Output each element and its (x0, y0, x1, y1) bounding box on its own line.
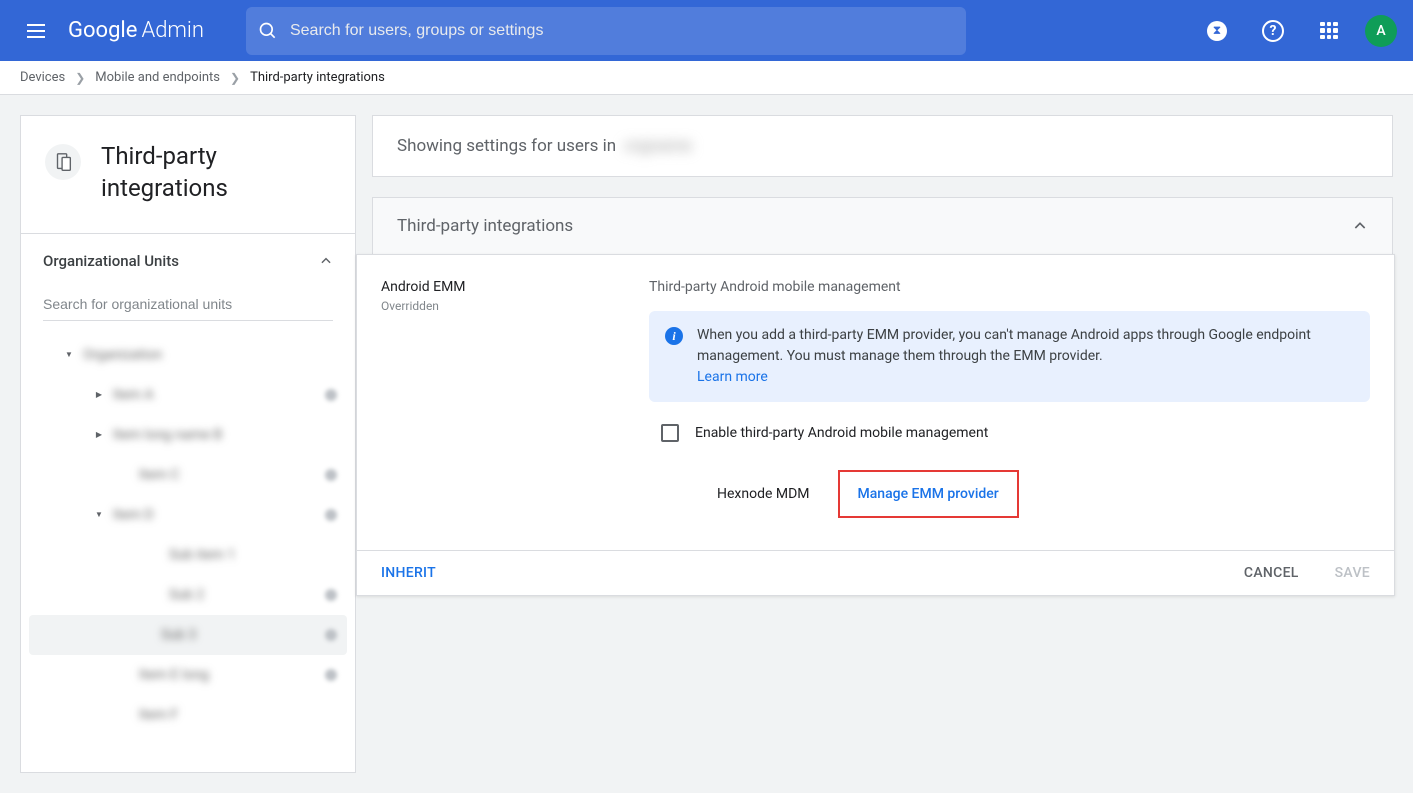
sidebar: Third-party integrations Organizational … (20, 115, 356, 773)
tree-expand-icon[interactable]: ▼ (93, 510, 105, 519)
chevron-up-icon (319, 254, 333, 268)
org-unit-item[interactable]: Sub item 1 (29, 535, 347, 575)
logo-admin-text: Admin (141, 18, 204, 43)
cancel-button[interactable]: CANCEL (1244, 565, 1299, 581)
org-units-title: Organizational Units (43, 252, 179, 270)
org-unit-label: Item E long (139, 667, 325, 683)
google-admin-logo[interactable]: Google Admin (68, 18, 204, 43)
apps-button[interactable] (1309, 11, 1349, 51)
org-unit-label: Sub 3 (161, 627, 325, 643)
sidebar-header: Third-party integrations (21, 116, 355, 234)
account-avatar[interactable]: A (1365, 15, 1397, 47)
sidebar-title: Third-party integrations (101, 140, 331, 205)
org-unit-label: Item F (139, 707, 347, 723)
app-header: Google Admin ⧗ ? A (0, 0, 1413, 61)
tree-expand-icon[interactable]: ▼ (63, 350, 75, 359)
learn-more-link[interactable]: Learn more (697, 369, 768, 385)
org-unit-item[interactable]: Item F (29, 695, 347, 735)
org-unit-item[interactable]: Sub 2 (29, 575, 347, 615)
devices-icon (45, 144, 81, 180)
emm-provider-name: Hexnode MDM (717, 486, 810, 502)
header-icons: ⧗ ? A (1197, 11, 1397, 51)
menu-button[interactable] (16, 11, 56, 51)
search-input[interactable] (290, 22, 954, 40)
chevron-up-icon (1352, 218, 1368, 234)
section-right-title: Third-party Android mobile management (649, 279, 1370, 295)
section-footer: INHERIT CANCEL SAVE (357, 550, 1394, 595)
info-banner: i When you add a third-party EMM provide… (649, 311, 1370, 402)
settings-panel: Third-party integrations Android EMM Ove… (372, 197, 1393, 596)
tree-expand-icon[interactable]: ▶ (93, 390, 105, 399)
org-units-collapse[interactable] (319, 254, 333, 268)
panel-collapse[interactable] (1352, 218, 1368, 234)
org-unit-item[interactable]: ▶ Item long name B (29, 415, 347, 455)
info-icon: i (665, 327, 683, 345)
org-unit-label: Sub 2 (169, 587, 325, 603)
banner-prefix: Showing settings for users in (397, 136, 616, 156)
timer-button[interactable]: ⧗ (1197, 11, 1237, 51)
chevron-right-icon: ❯ (230, 71, 240, 85)
org-unit-label: Item D (113, 507, 325, 523)
breadcrumb: Devices ❯ Mobile and endpoints ❯ Third-p… (0, 61, 1413, 95)
inherit-button[interactable]: INHERIT (381, 565, 436, 581)
org-unit-item[interactable]: ▼ Organization (29, 335, 347, 375)
org-unit-label: Organization (83, 347, 347, 363)
enable-emm-row: Enable third-party Android mobile manage… (649, 424, 1370, 442)
enable-emm-label: Enable third-party Android mobile manage… (695, 425, 988, 441)
section-status: Overridden (381, 299, 621, 313)
status-dot (325, 669, 337, 681)
org-unit-label: Item A (113, 387, 325, 403)
chevron-right-icon: ❯ (75, 71, 85, 85)
info-text-wrap: When you add a third-party EMM provider,… (697, 325, 1354, 388)
org-unit-item[interactable]: Item E long (29, 655, 347, 695)
org-unit-item[interactable]: ▶ Item A (29, 375, 347, 415)
apps-grid-icon (1320, 22, 1338, 40)
search-bar[interactable] (246, 7, 966, 55)
breadcrumb-current: Third-party integrations (250, 70, 385, 85)
org-unit-item[interactable]: Item C (29, 455, 347, 495)
main-content: Showing settings for users in orgname Th… (372, 115, 1393, 596)
hourglass-icon: ⧗ (1207, 21, 1227, 41)
org-unit-item[interactable]: ▼ Item D (29, 495, 347, 535)
enable-emm-checkbox[interactable] (661, 424, 679, 442)
org-unit-label: Item long name B (113, 427, 347, 443)
logo-google-text: Google (68, 18, 137, 43)
status-dot (325, 509, 337, 521)
panel-header[interactable]: Third-party integrations (372, 197, 1393, 255)
section-right: Third-party Android mobile management i … (649, 279, 1370, 526)
breadcrumb-mobile[interactable]: Mobile and endpoints (95, 70, 220, 85)
emm-provider-row: Hexnode MDM Manage EMM provider (649, 470, 1370, 518)
org-unit-item[interactable]: Sub 3 (29, 615, 347, 655)
org-units-header: Organizational Units (21, 234, 355, 288)
org-units-tree: ▼ Organization ▶ Item A ▶ Item long name B Ite… (21, 335, 355, 755)
panel-title: Third-party integrations (397, 216, 573, 236)
save-button: SAVE (1335, 565, 1370, 581)
status-dot (325, 389, 337, 401)
breadcrumb-devices[interactable]: Devices (20, 70, 65, 85)
org-unit-label: Sub item 1 (169, 547, 347, 563)
tree-expand-icon[interactable]: ▶ (93, 430, 105, 439)
banner-org-name: orgname (620, 136, 695, 156)
info-text: When you add a third-party EMM provider,… (697, 327, 1311, 364)
manage-emm-provider-link[interactable]: Manage EMM provider (838, 470, 1019, 518)
help-button[interactable]: ? (1253, 11, 1293, 51)
settings-scope-banner: Showing settings for users in orgname (372, 115, 1393, 177)
android-emm-section: Android EMM Overridden Third-party Andro… (356, 254, 1395, 596)
org-units-search-input[interactable] (43, 288, 333, 321)
section-left: Android EMM Overridden (381, 279, 621, 526)
status-dot (325, 629, 337, 641)
search-icon (258, 21, 278, 41)
hamburger-icon (27, 24, 45, 38)
status-dot (325, 469, 337, 481)
section-name: Android EMM (381, 279, 621, 295)
help-icon: ? (1262, 20, 1284, 42)
status-dot (325, 589, 337, 601)
org-unit-label: Item C (139, 467, 325, 483)
